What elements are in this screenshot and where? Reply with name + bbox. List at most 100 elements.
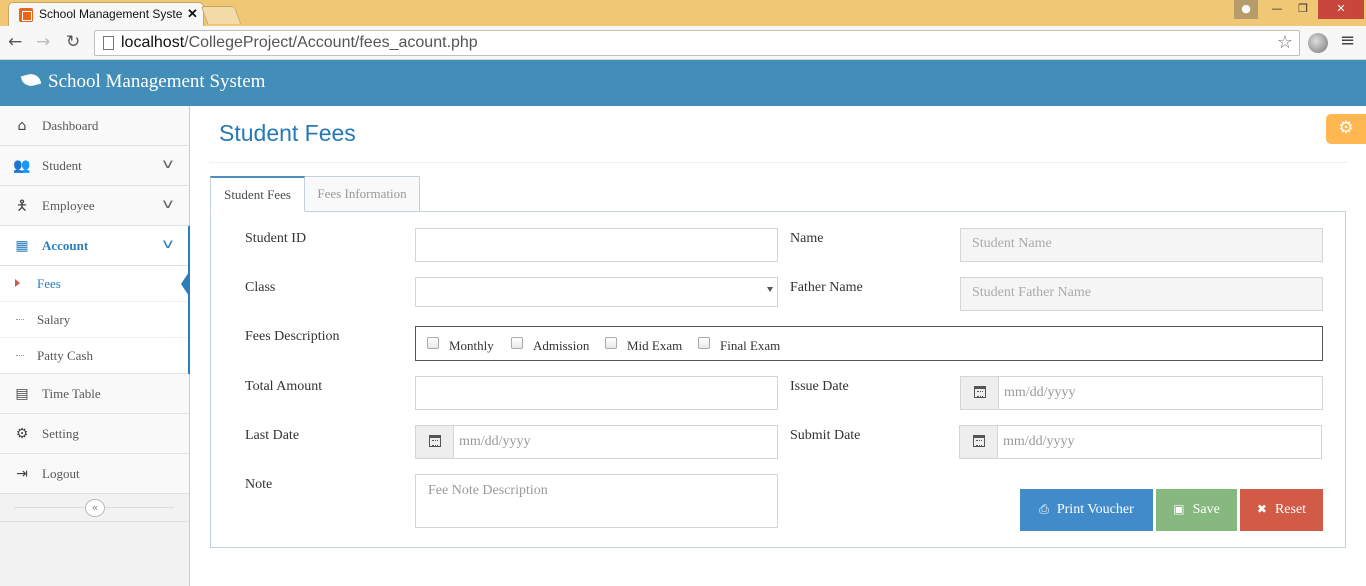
sidebar-item-employee[interactable]: 🯅 Employee v [0, 186, 189, 226]
submenu-item-label: Fees [37, 276, 61, 291]
forward-arrow-icon[interactable]: → [36, 32, 50, 52]
home-icon: ⌂ [17, 118, 27, 134]
calculator-icon: ▦ [15, 238, 29, 254]
leaf-icon [20, 71, 42, 89]
final-exam-checkbox[interactable] [698, 337, 710, 349]
back-arrow-icon[interactable]: ← [8, 32, 22, 52]
address-toolbar: ← → ↻ localhost/CollegeProject/Account/f… [0, 26, 1366, 60]
gear-icon: ⚙ [15, 426, 29, 442]
last-date-placeholder: mm/dd/yyyy [459, 434, 531, 449]
student-name-input[interactable]: Student Name [960, 228, 1323, 262]
sidebar-item-label: Student [42, 158, 82, 173]
submit-date-input[interactable]: mm/dd/yyyy [959, 425, 1322, 459]
brand[interactable]: School Management System [20, 71, 265, 93]
sidebar-item-logout[interactable]: ⇥ Logout [0, 454, 189, 494]
father-name-label: Father Name [790, 280, 863, 295]
browser-tab[interactable]: School Management Syste ✕ [8, 2, 204, 26]
final-exam-label: Final Exam [720, 338, 781, 353]
issue-date-placeholder: mm/dd/yyyy [1004, 385, 1076, 400]
submenu-item-patty-cash[interactable]: Patty Cash [0, 338, 189, 374]
reset-label: Reset [1274, 502, 1307, 517]
maximize-button[interactable]: ❐ [1290, 0, 1316, 19]
sidebar-item-time-table[interactable]: ▤ Time Table [0, 374, 189, 414]
double-chevron-left-icon[interactable]: « [85, 499, 105, 517]
sidebar: ⌂ Dashboard 👥 Student v 🯅 Employee v ▦ A… [0, 106, 190, 586]
caret-right-icon [15, 279, 20, 287]
calendar-icon: ▤ [15, 386, 29, 402]
browser-tabbar: School Management Syste ✕ ● — ❐ ✕ [0, 0, 1366, 26]
submenu-item-label: Salary [37, 312, 71, 327]
person-icon: 🯅 [15, 198, 29, 214]
sidebar-item-account[interactable]: ▦ Account v [0, 226, 190, 266]
extension-globe-icon[interactable] [1308, 33, 1328, 53]
url-text[interactable]: localhost/CollegeProject/Account/fees_ac… [121, 34, 478, 52]
sidebar-collapse-row: « [0, 494, 189, 522]
chevron-down-icon: v [162, 197, 174, 212]
sidebar-item-label: Dashboard [42, 118, 99, 133]
print-voucher-button[interactable]: ⎙ Print Voucher [1020, 489, 1153, 531]
student-id-label: Student ID [245, 231, 307, 246]
issue-date-input[interactable]: mm/dd/yyyy [960, 376, 1323, 410]
save-label: Save [1192, 502, 1220, 517]
sidebar-item-label: Time Table [42, 386, 101, 401]
submenu-item-fees[interactable]: Fees [0, 266, 189, 302]
admission-checkbox[interactable] [511, 337, 523, 349]
print-icon: ⎙ [1039, 502, 1049, 516]
gear-icon: ⚙ [1338, 118, 1354, 138]
class-select[interactable] [415, 277, 778, 307]
bookmark-star-icon[interactable]: ☆ [1277, 32, 1293, 53]
tab-close-icon[interactable]: ✕ [187, 6, 198, 22]
tab-student-fees[interactable]: Student Fees [210, 176, 305, 212]
sidebar-item-label: Account [42, 238, 89, 253]
save-button[interactable]: ▣ Save [1156, 489, 1237, 531]
minimize-button[interactable]: — [1264, 0, 1290, 19]
floppy-icon: ▣ [1173, 502, 1185, 516]
student-id-input[interactable] [415, 228, 778, 262]
class-label: Class [245, 280, 276, 295]
account-submenu: Fees Salary Patty Cash [0, 266, 190, 374]
note-textarea[interactable]: Fee Note Description [415, 474, 778, 528]
sidebar-item-label: Setting [42, 426, 79, 441]
new-tab-button[interactable] [200, 6, 242, 24]
submit-date-label: Submit Date [790, 428, 861, 443]
window-close-button[interactable]: ✕ [1318, 0, 1364, 19]
page-icon [103, 36, 114, 50]
browser-menu-icon[interactable]: ≡ [1340, 30, 1355, 51]
admission-label: Admission [533, 338, 590, 353]
chevron-down-icon: v [162, 237, 174, 252]
reset-button[interactable]: ✖ Reset [1240, 489, 1323, 531]
print-voucher-label: Print Voucher [1056, 502, 1134, 517]
user-profile-icon[interactable]: ● [1234, 0, 1258, 19]
submenu-item-salary[interactable]: Salary [0, 302, 189, 338]
father-name-input[interactable]: Student Father Name [960, 277, 1323, 311]
tab-fees-information[interactable]: Fees Information [304, 176, 420, 212]
sidebar-item-label: Employee [42, 198, 95, 213]
dropdown-arrow-icon [767, 287, 773, 292]
mid-exam-label: Mid Exam [627, 338, 683, 353]
reload-icon[interactable]: ↻ [66, 32, 80, 52]
close-icon: ✖ [1256, 502, 1267, 516]
title-divider [210, 162, 1347, 163]
settings-gear-button[interactable]: ⚙ [1326, 114, 1366, 144]
sidebar-item-label: Logout [42, 466, 80, 481]
users-icon: 👥 [13, 158, 31, 174]
fees-description-checkboxes: Monthly Admission Mid Exam Final Exam [415, 326, 1323, 361]
calendar-icon [428, 435, 441, 447]
total-amount-input[interactable] [415, 376, 778, 410]
last-date-input[interactable]: mm/dd/yyyy [415, 425, 778, 459]
browser-tab-title: School Management Syste [39, 7, 183, 21]
mid-exam-checkbox[interactable] [605, 337, 617, 349]
xampp-favicon-icon [19, 8, 33, 22]
calendar-icon [972, 435, 985, 447]
monthly-checkbox[interactable] [427, 337, 439, 349]
name-label: Name [790, 231, 824, 246]
sidebar-item-student[interactable]: 👥 Student v [0, 146, 189, 186]
total-amount-label: Total Amount [245, 379, 323, 394]
sidebar-item-setting[interactable]: ⚙ Setting [0, 414, 189, 454]
submit-date-placeholder: mm/dd/yyyy [1003, 434, 1075, 449]
fees-description-label: Fees Description [245, 329, 340, 344]
address-bar[interactable]: localhost/CollegeProject/Account/fees_ac… [94, 30, 1300, 56]
monthly-label: Monthly [449, 338, 494, 353]
sidebar-item-dashboard[interactable]: ⌂ Dashboard [0, 106, 189, 146]
calendar-icon [973, 386, 986, 398]
